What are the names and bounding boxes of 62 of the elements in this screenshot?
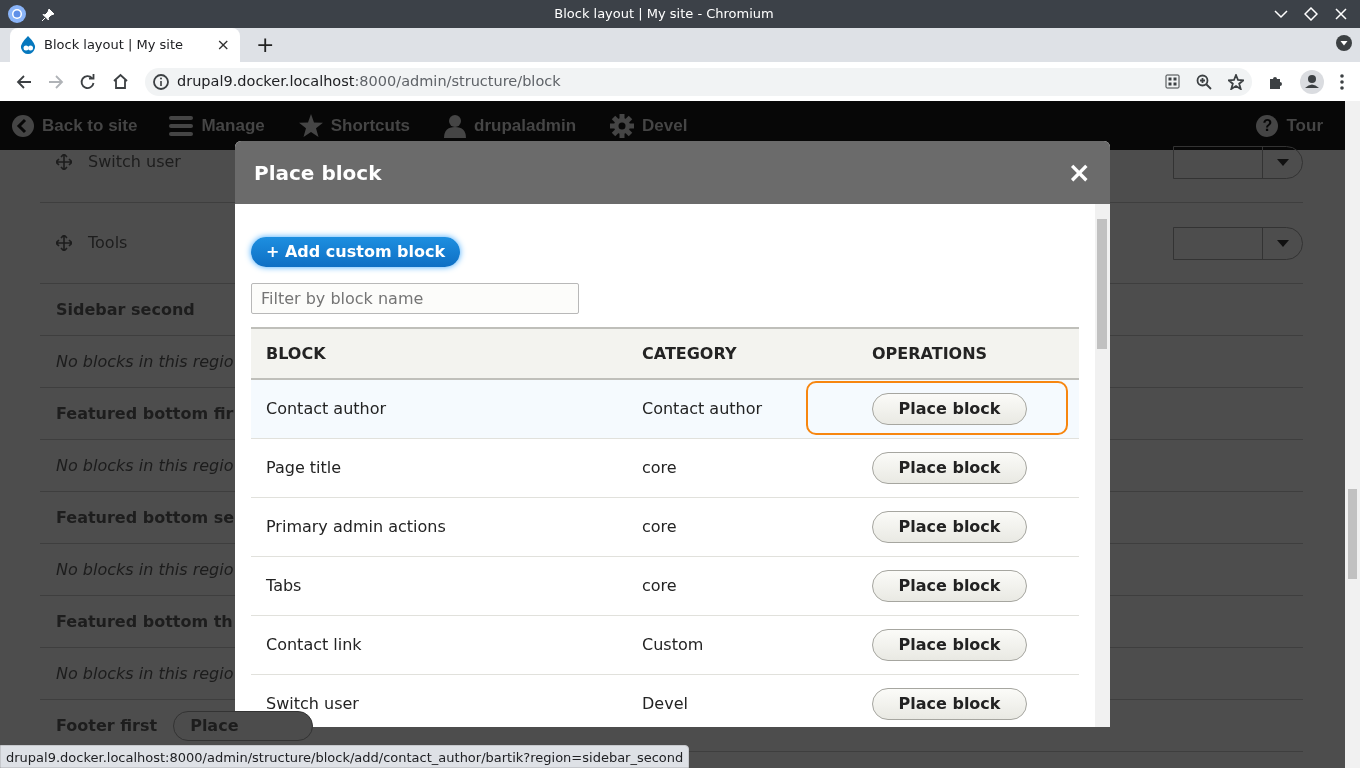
table-row[interactable]: Contact author Contact author Place block [251,379,1079,438]
qr-code-icon[interactable] [1165,74,1180,89]
kebab-menu-icon[interactable] [1340,73,1344,90]
table-row[interactable]: Page title core Place block [251,438,1079,497]
block-category: Custom [642,634,704,654]
reload-icon[interactable] [80,73,96,90]
block-category: Devel [642,693,688,713]
block-name: Tabs [266,575,302,595]
place-block-button[interactable]: Place block [872,687,1027,720]
new-tab-button[interactable]: + [256,31,275,58]
column-header: BLOCK [266,343,326,363]
maximize-icon[interactable] [1304,7,1318,21]
block-category: Contact author [642,398,763,418]
info-icon[interactable] [153,73,169,90]
bookmark-star-icon[interactable] [1228,73,1244,90]
browser-logo-icon [8,5,26,23]
block-name: Switch user [266,693,359,713]
back-icon[interactable] [16,73,32,90]
dialog-close-button[interactable]: × [1067,158,1091,187]
place-block-button[interactable]: Place block [872,392,1027,425]
tab-close-button[interactable]: × [216,37,230,53]
star-icon [298,114,323,137]
table-row[interactable]: Tabs core Place block [251,556,1079,615]
zoom-icon[interactable] [1196,73,1212,90]
place-block-button[interactable]: Place block [872,451,1027,484]
filter-field[interactable]: Filter by block name [251,283,579,314]
status-bar-url: drupal9.docker.localhost:8000/admin/structure/block/add/contact_author/bartik?region=sidebar_second [0,745,690,768]
minimize-icon[interactable] [1274,7,1288,21]
place-block-button[interactable]: Place block [872,510,1027,543]
pin-icon [42,8,54,21]
add-custom-block-button[interactable]: + Add custom block [251,237,461,267]
tab-title: Block layout | My site [44,36,185,55]
drop-logo-icon [20,36,36,54]
help-icon: ? [1256,114,1279,137]
dialog-title: Place block [254,159,382,187]
close-icon[interactable] [1334,7,1348,21]
block-name: Primary admin actions [266,516,446,536]
gear-icon [610,113,635,138]
dialog-scrollbar[interactable] [1095,204,1110,727]
column-header: CATEGORY [642,343,737,363]
block-category: core [642,457,677,477]
place-block-button[interactable]: Place block [872,628,1027,661]
home-icon[interactable] [112,73,129,90]
window-title: Block layout | My site - Chromium [553,5,775,24]
profile-icon[interactable] [1300,69,1324,94]
user-icon [444,113,467,138]
column-header: OPERATIONS [872,343,988,363]
block-name: Contact author [266,398,387,418]
block-name: Contact link [266,634,362,654]
caret-icon [1276,158,1289,166]
table-row[interactable]: Primary admin actions core Place block [251,497,1079,556]
block-name: Page title [266,457,342,477]
block-category: core [642,516,677,536]
caret-icon [1276,239,1289,247]
drag-handle-icon [56,235,72,251]
browser-tab[interactable]: Block layout | My site × [10,28,240,62]
drag-handle-icon [56,154,72,170]
menu-icon [169,114,194,137]
block-category: core [642,575,677,595]
tab-search-icon[interactable] [1336,34,1352,51]
table-row[interactable]: Contact link Custom Place block [251,615,1079,674]
place-block-button[interactable]: Place block [872,569,1027,602]
